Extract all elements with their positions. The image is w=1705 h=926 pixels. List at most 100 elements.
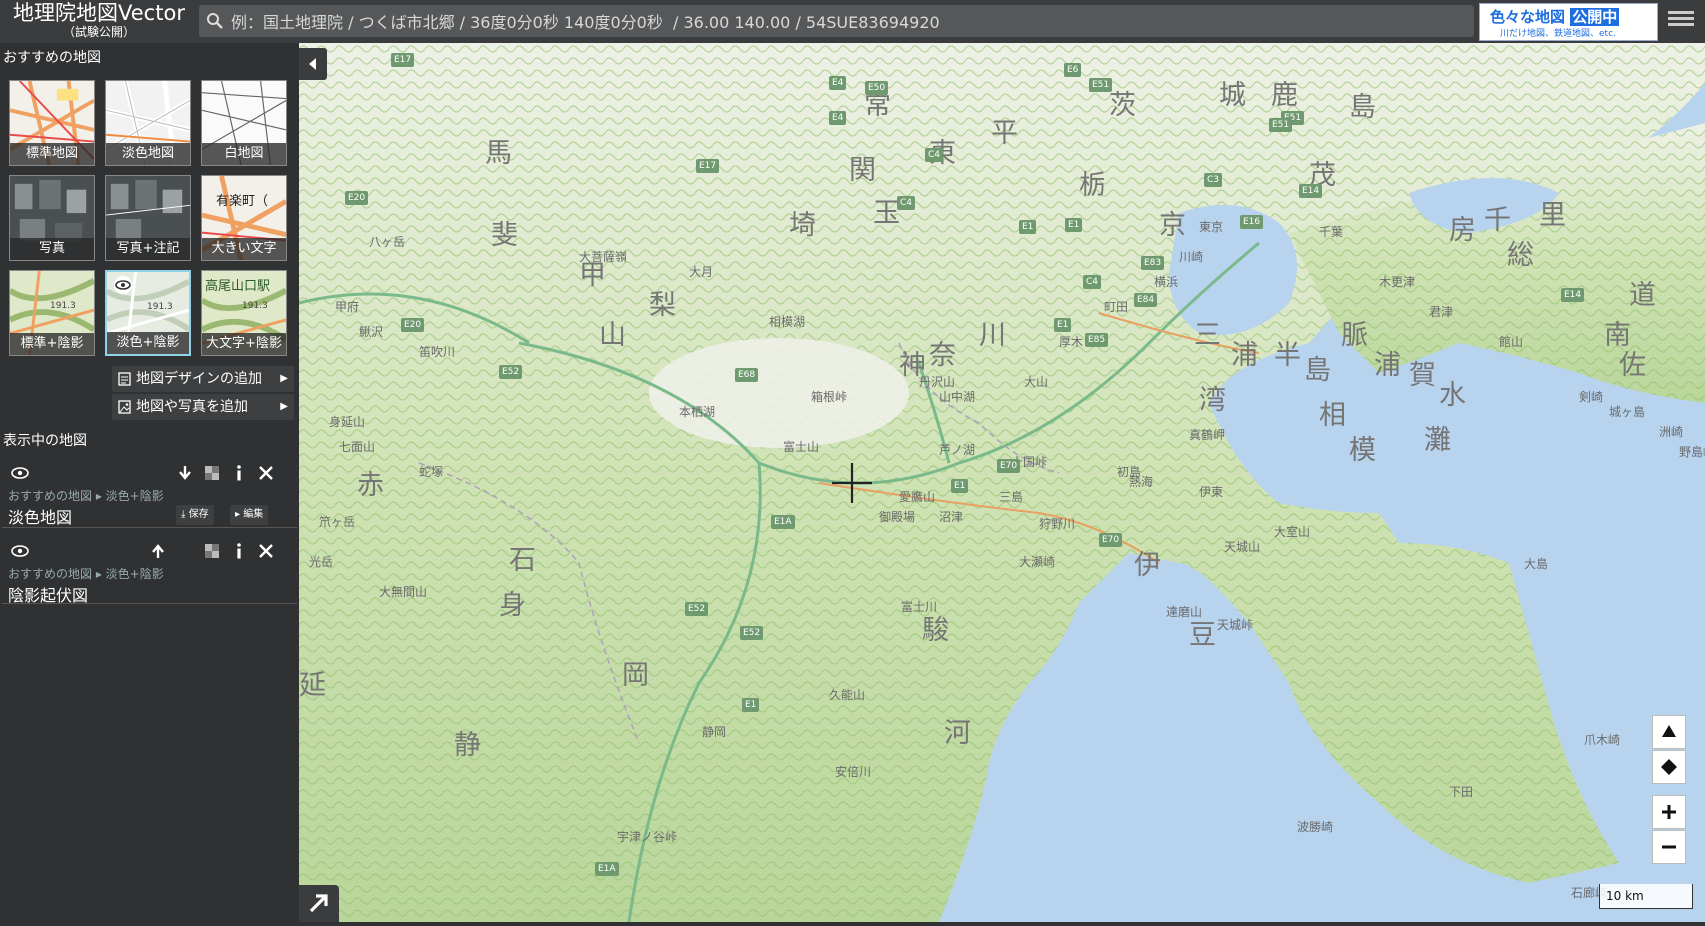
road-shield: C4 <box>1083 275 1102 289</box>
tile-large-text-relief[interactable]: 高尾山口駅 191.3 大文字+陰影 <box>201 270 287 356</box>
close-icon[interactable] <box>256 541 276 561</box>
layer-path-leaf[interactable]: 淡色+陰影 <box>106 489 164 503</box>
tile-overlay-text: 191.3 <box>50 301 76 311</box>
info-icon[interactable] <box>229 463 249 483</box>
edit-label: 編集 <box>243 509 264 520</box>
layer-path-root[interactable]: おすすめの地図 <box>8 489 92 503</box>
edit-button[interactable]: ▸ 編集 <box>230 505 269 525</box>
zoom-out-button[interactable] <box>1652 830 1686 864</box>
hamburger-menu-icon[interactable] <box>1668 8 1694 34</box>
road-shield: E14 <box>1561 288 1585 302</box>
info-icon[interactable] <box>229 541 249 561</box>
road-shield: E83 <box>1141 256 1165 270</box>
opacity-checker-icon[interactable] <box>202 463 222 483</box>
tile-overlay-text: 高尾山口駅 <box>205 279 271 294</box>
tile-label: 大きい文字 <box>202 238 286 260</box>
minus-icon <box>1662 845 1676 849</box>
save-button[interactable]: ⤓ 保存 <box>176 505 214 525</box>
promo-banner[interactable]: 色々な地図 公開中 川だけ地図、鉄道地図、etc. <box>1479 3 1658 41</box>
tile-pale-map[interactable]: 淡色地図 <box>105 80 191 166</box>
map-canvas[interactable]: 馬 関 東 平 鹿 島 城 玉 埼 京 千 里 房 総 山 梨 甲 斐 神 奈 … <box>299 43 1705 922</box>
banner-subtext: 川だけ地図、鉄道地図、etc. <box>1500 29 1616 39</box>
layer-item: おすすめの地図 ▸ 淡色+陰影 陰影起伏図 <box>2 533 297 605</box>
tile-photo[interactable]: 写真 <box>9 175 95 261</box>
tile-pale-relief[interactable]: 191.3 淡色+陰影 <box>105 270 191 356</box>
add-map-design-button[interactable]: 地図デザインの追加 ▶ <box>112 366 294 392</box>
arrow-up-icon[interactable] <box>148 541 168 561</box>
place-label: 木更津 <box>1379 275 1416 289</box>
zoom-in-button[interactable] <box>1652 795 1686 829</box>
document-icon <box>118 372 131 386</box>
place-label: 大島 <box>1524 557 1549 571</box>
place-label: 城ヶ島 <box>1609 405 1646 419</box>
map-label: 城 <box>1219 80 1246 111</box>
road-shield: E51 <box>1269 118 1293 132</box>
map-label: 賀 <box>1409 360 1436 391</box>
road-shield: E51 <box>1089 78 1113 92</box>
layer-path-root[interactable]: おすすめの地図 <box>8 567 92 581</box>
app-logo[interactable]: 地理院地図Vector （試験公開） <box>6 1 192 41</box>
map-label: 延 <box>299 670 326 701</box>
road-shield: E6 <box>1064 63 1082 77</box>
visibility-eye-icon[interactable] <box>10 463 30 483</box>
place-label: 君津 <box>1429 305 1454 319</box>
tile-label: 白地図 <box>202 143 286 165</box>
chevron-right-icon: ▶ <box>280 401 288 412</box>
place-label: 愛鷹山 <box>899 490 936 504</box>
map-label: 道 <box>1629 280 1656 311</box>
tile-large-text[interactable]: 有楽町（ 大きい文字 <box>201 175 287 261</box>
search-box[interactable] <box>199 5 1474 39</box>
tile-overlay-text: 有楽町（ <box>216 194 269 209</box>
map-label: 湾 <box>1199 385 1226 416</box>
road-shield: E17 <box>391 53 415 67</box>
place-label: 蛇塚 <box>419 465 444 479</box>
banner-text-b: 公開中 <box>1570 8 1620 26</box>
close-icon[interactable] <box>256 463 276 483</box>
place-label: 洲崎 <box>1659 425 1684 439</box>
place-label: 天城山 <box>1224 540 1261 554</box>
chevron-right-icon: ▶ <box>280 373 288 384</box>
map-label: 灘 <box>1424 425 1451 456</box>
map-label: 浦 <box>1231 340 1258 371</box>
road-shield: E68 <box>735 368 759 382</box>
expand-panel-button[interactable] <box>299 885 339 922</box>
place-label: 川崎 <box>1179 250 1204 264</box>
map-label: 埼 <box>789 210 816 241</box>
layer-path: おすすめの地図 ▸ 淡色+陰影 <box>8 489 164 503</box>
place-label: 安倍川 <box>835 765 872 779</box>
add-map-photo-button[interactable]: 地図や写真を追加 ▶ <box>112 394 294 420</box>
search-icon[interactable] <box>206 12 224 30</box>
map-label: 浦 <box>1374 350 1401 381</box>
map-label: 佐 <box>1619 350 1646 381</box>
tile-standard-map[interactable]: 標準地図 <box>9 80 95 166</box>
place-label: 横浜 <box>1154 275 1179 289</box>
road-shield: E1 <box>1054 318 1072 332</box>
map-label: 房 <box>1449 215 1476 246</box>
collapse-sidebar-button[interactable] <box>299 48 327 80</box>
rotate-reset-button[interactable] <box>1652 750 1686 784</box>
road-shield: E1 <box>1065 218 1083 232</box>
search-input[interactable] <box>229 5 1463 39</box>
tilt-up-button[interactable] <box>1652 715 1686 749</box>
visibility-eye-icon[interactable] <box>10 541 30 561</box>
road-shield: E84 <box>1134 293 1158 307</box>
tile-photo-annotation[interactable]: 写真+注記 <box>105 175 191 261</box>
map-label: 平 <box>991 118 1018 149</box>
road-shield: E1 <box>1019 220 1037 234</box>
opacity-checker-icon[interactable] <box>202 541 222 561</box>
tile-standard-relief[interactable]: 191.3 標準+陰影 <box>9 270 95 356</box>
map-label: 川 <box>979 320 1006 351</box>
tile-blank-map[interactable]: 白地図 <box>201 80 287 166</box>
place-label: 大無間山 <box>379 585 428 599</box>
place-label: 熱海 <box>1129 475 1154 489</box>
place-label: 館山 <box>1499 335 1524 349</box>
tile-label: 標準地図 <box>10 143 94 165</box>
layer-path-leaf[interactable]: 淡色+陰影 <box>106 567 164 581</box>
arrow-down-icon[interactable] <box>175 463 195 483</box>
tile-label: 写真+注記 <box>106 238 190 260</box>
road-shield: E20 <box>345 191 369 205</box>
place-label: 身延山 <box>329 415 366 429</box>
map-label: 身 <box>499 590 526 621</box>
map-label: 赤 <box>357 470 384 501</box>
layer-path: おすすめの地図 ▸ 淡色+陰影 <box>8 567 164 581</box>
